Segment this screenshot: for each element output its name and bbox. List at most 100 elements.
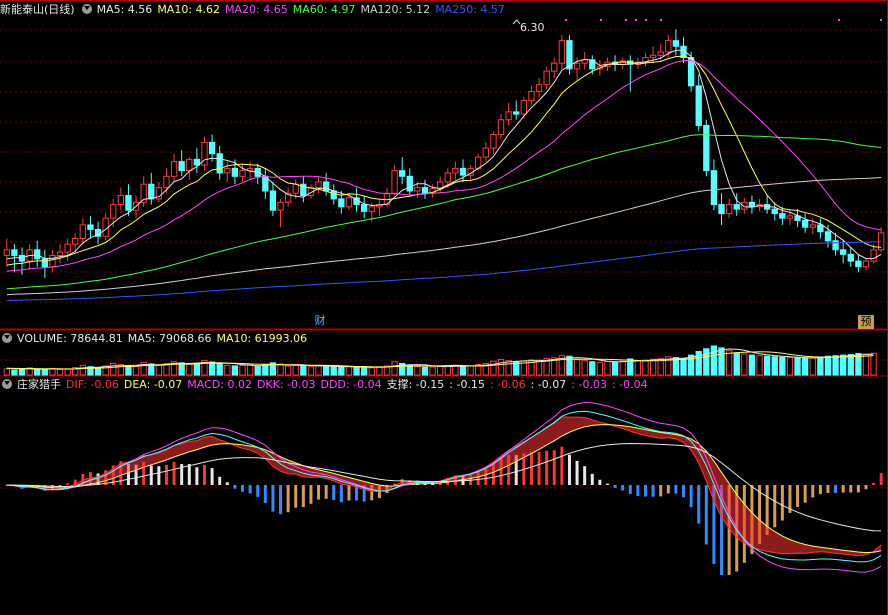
stock-chart-canvas[interactable] [0, 0, 888, 615]
signal-dot [880, 19, 882, 21]
volume-bar [368, 367, 375, 376]
macd-bar [248, 485, 252, 494]
volume-bar [437, 365, 444, 376]
candle-body [56, 251, 64, 256]
candle-body [64, 243, 71, 253]
candle-body [771, 208, 778, 215]
indicator-label: DEA: -0.07 [123, 378, 183, 391]
candle-body [657, 51, 664, 56]
candle-body [330, 190, 337, 200]
volume-bar [505, 360, 512, 376]
macd-bar [682, 485, 686, 498]
indicator-label: DKK: -0.03 [256, 378, 316, 391]
candle-body [824, 231, 832, 242]
macd-bar [803, 485, 807, 503]
candle-body [520, 100, 527, 115]
main-panel-header: 新能泰山(日线) MA5: 4.56 MA10: 4.62 MA20: 4.65 MA6… [0, 2, 515, 18]
macd-bar [598, 479, 602, 485]
candle-body [710, 170, 718, 206]
marker-cai[interactable]: 财 [313, 314, 327, 328]
ma-labels: MA5: 4.56 MA10: 4.62 MA20: 4.65 MA60: 4.97 M… [97, 3, 510, 16]
candle-body [231, 167, 239, 177]
volume-bar [429, 366, 436, 376]
volume-bar [581, 360, 588, 376]
volume-bar [421, 366, 429, 376]
candle-body [497, 119, 505, 135]
macd-bar [621, 485, 625, 491]
candle-body [786, 215, 794, 219]
candle-body [687, 57, 695, 87]
volume-bar [771, 356, 778, 376]
chevron-down-icon[interactable] [2, 379, 12, 389]
volume-bar [391, 361, 398, 376]
candle-body [482, 147, 489, 158]
candle-body [269, 190, 277, 211]
candle-body [315, 181, 322, 189]
volume-bar [741, 353, 748, 376]
indicator-label: MACD: 0.02 [187, 378, 252, 391]
candle-body [18, 254, 26, 262]
ma-label: MA5: 4.56 [96, 3, 153, 16]
volume-bar [680, 357, 687, 376]
chevron-down-icon[interactable] [2, 333, 12, 343]
macd-bar [780, 485, 784, 521]
candle-body [277, 201, 284, 211]
macd-bar [773, 485, 777, 528]
volume-bar [315, 365, 322, 376]
dkk-line [6, 401, 882, 573]
volume-bar [824, 355, 832, 376]
volume-bar [376, 366, 383, 376]
volume-bar [18, 368, 26, 376]
volume-bar [414, 366, 421, 376]
ma-label: MA120: 5.12 [360, 3, 431, 16]
volume-bar [110, 362, 117, 376]
volume-bar [573, 359, 581, 376]
candle-body [870, 249, 877, 262]
volume-bar [733, 352, 740, 376]
volume-bar [809, 357, 816, 376]
candle-body [216, 153, 223, 174]
macd-bar [332, 485, 336, 500]
candle-body [862, 260, 870, 268]
candle-body [239, 170, 246, 177]
volume-bar [870, 352, 877, 376]
macd-bar [552, 450, 556, 485]
candle-body [551, 62, 558, 72]
macd-bar [583, 466, 587, 485]
candle-body [672, 40, 680, 47]
volume-bar [216, 363, 223, 376]
macd-bar [187, 464, 191, 485]
macd-bar [537, 452, 541, 485]
volume-bar [292, 364, 299, 376]
candle-body [490, 133, 497, 149]
signal-dot [600, 19, 602, 21]
candle-body [809, 224, 816, 228]
candle-body [170, 161, 178, 177]
volume-bar [490, 360, 497, 376]
macd-bar [811, 485, 815, 498]
volume-bar [338, 366, 345, 376]
macd-bar [704, 485, 708, 545]
volume-bar [756, 355, 763, 376]
chevron-down-icon[interactable] [81, 4, 92, 14]
marker-yu[interactable]: 预 [858, 315, 874, 329]
volume-bar [725, 350, 733, 376]
candle-body [779, 213, 786, 219]
stock-name: 新能泰山 [0, 3, 44, 16]
macd-bar [164, 464, 168, 485]
volume-bar [239, 365, 246, 376]
ma10-line [6, 55, 882, 266]
candle-body [444, 172, 451, 183]
macd-bar [605, 483, 609, 485]
macd-bar [301, 485, 305, 508]
candle-body [186, 158, 193, 172]
volume-bar [779, 356, 786, 376]
macd-bar [879, 473, 883, 485]
volume-bar [186, 363, 193, 376]
indicator-label: : -0.03 [571, 378, 607, 391]
macd-bar [590, 473, 594, 485]
candle-body [163, 175, 170, 189]
candle-body [208, 141, 216, 155]
ma-label: MA10: 4.62 [157, 3, 221, 16]
candle-body [368, 206, 375, 212]
